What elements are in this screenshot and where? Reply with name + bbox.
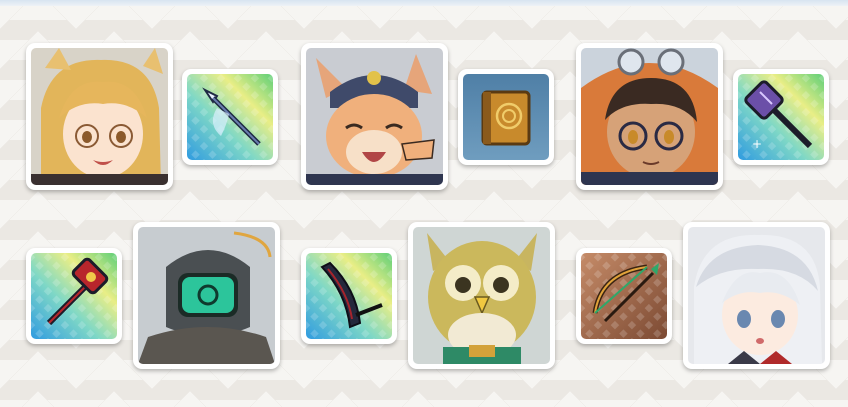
- goggles-glasses-character-portrait: [581, 48, 718, 185]
- character-card-blonde-glasses[interactable]: [26, 43, 173, 190]
- svg-text:+: +: [752, 137, 762, 151]
- character-card-robot-visor[interactable]: [133, 222, 280, 369]
- weapon-card-mace[interactable]: +: [733, 69, 829, 165]
- weapon-card-spellbook[interactable]: [458, 69, 554, 165]
- white-hair-character-portrait: [688, 227, 825, 364]
- robot-visor-character-portrait: [138, 227, 275, 364]
- cat-knight-character-portrait: [306, 48, 443, 185]
- character-card-goggles[interactable]: [576, 43, 723, 190]
- weapon-card-hammer[interactable]: [26, 248, 122, 344]
- hammer-icon: [31, 253, 117, 339]
- scythe-blade-icon: [306, 253, 392, 339]
- weapon-card-spear[interactable]: [182, 69, 278, 165]
- crossbow-icon: [581, 253, 667, 339]
- mace-icon: +: [738, 74, 824, 160]
- blonde-glasses-character-portrait: [31, 48, 168, 185]
- top-strip: [0, 0, 848, 6]
- spear-icon: [187, 74, 273, 160]
- weapon-card-crossbow[interactable]: [576, 248, 672, 344]
- spellbook-icon: [463, 74, 549, 160]
- character-card-cat-knight[interactable]: [301, 43, 448, 190]
- character-card-owl[interactable]: [408, 222, 555, 369]
- owl-character-portrait: [413, 227, 550, 364]
- weapon-card-scythe-blade[interactable]: [301, 248, 397, 344]
- character-card-white-hair[interactable]: [683, 222, 830, 369]
